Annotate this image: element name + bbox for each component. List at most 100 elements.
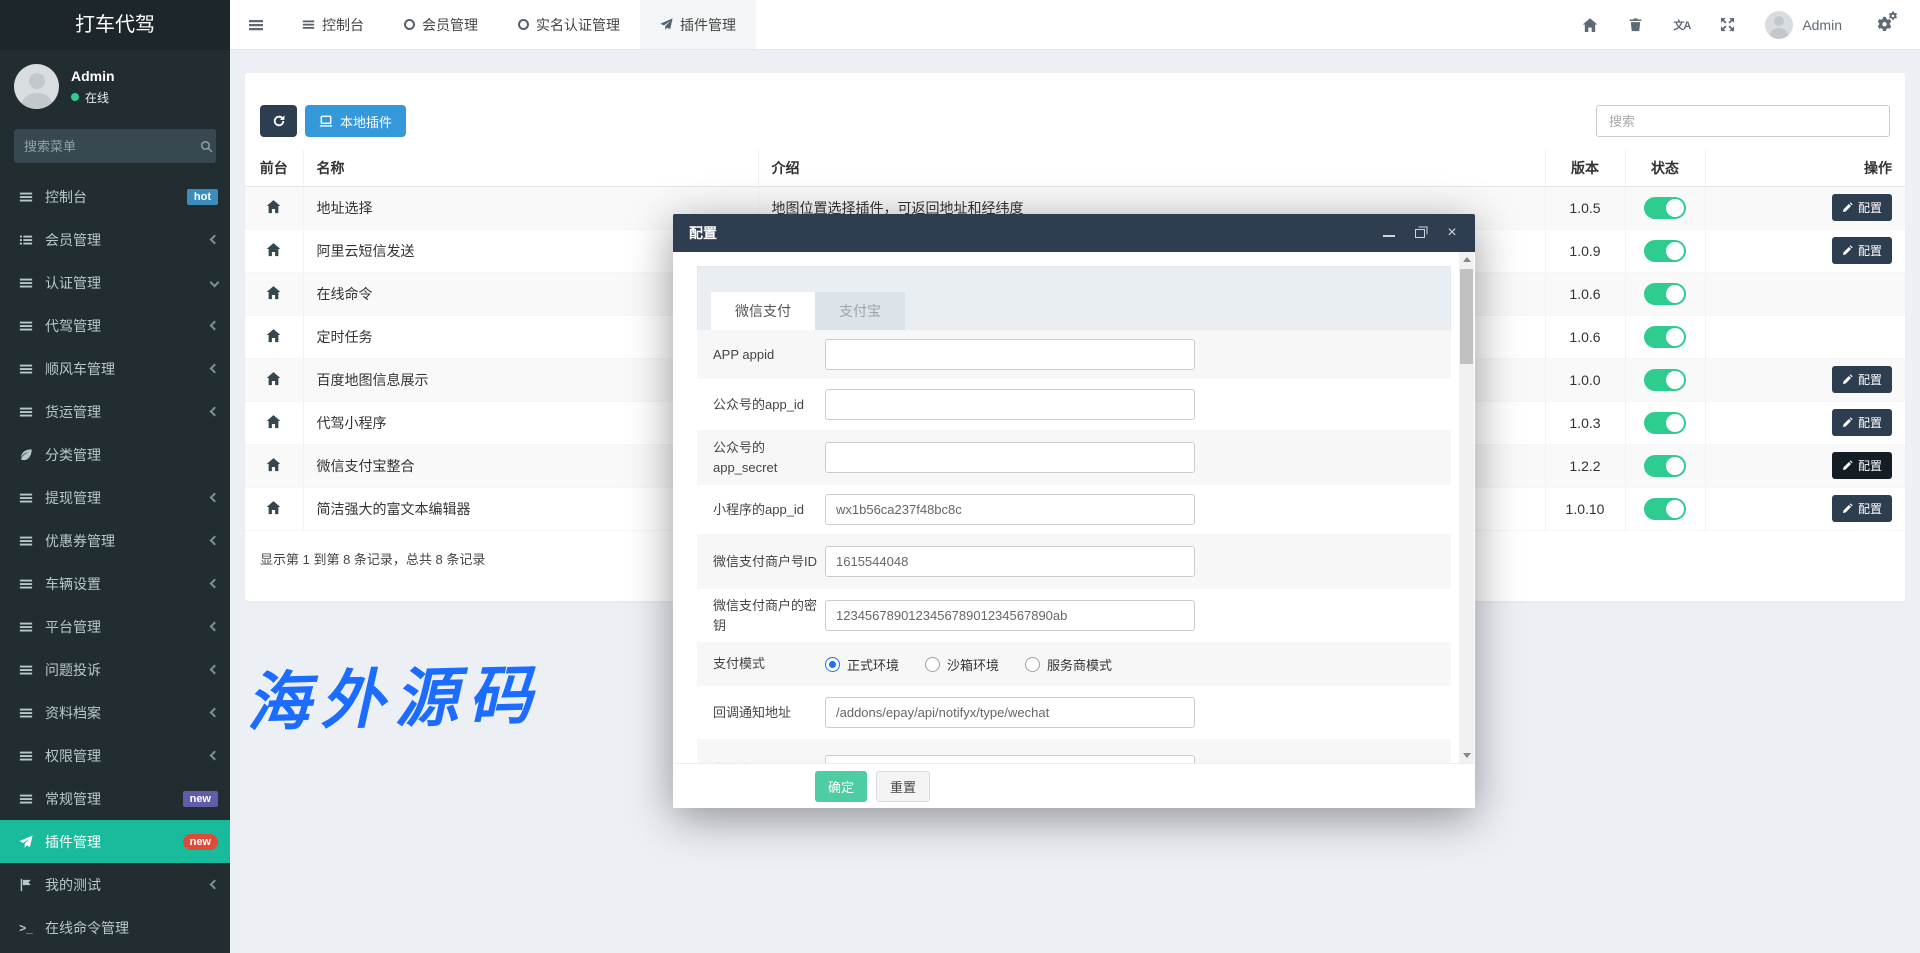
hot-badge: hot [187, 189, 218, 205]
circle-icon [404, 19, 415, 30]
tab-console[interactable]: 控制台 [282, 0, 384, 49]
circle-icon [518, 19, 529, 30]
merchant-id-input[interactable] [825, 546, 1195, 577]
trash-icon[interactable] [1628, 17, 1643, 32]
scroll-down-icon[interactable] [1459, 748, 1474, 763]
minimize-icon[interactable] [1383, 229, 1395, 237]
status-toggle[interactable] [1644, 197, 1686, 219]
status-toggle[interactable] [1644, 498, 1686, 520]
sidebar-item-freight-mgmt[interactable]: 货运管理 [0, 390, 230, 433]
sidebar-item-online-command[interactable]: >_在线命令管理 [0, 906, 230, 949]
reset-button[interactable]: 重置 [876, 771, 930, 802]
app-appid-input[interactable] [825, 339, 1195, 370]
status-toggle[interactable] [1644, 412, 1686, 434]
home-icon[interactable] [1582, 17, 1598, 33]
miniprogram-appid-input[interactable] [825, 494, 1195, 525]
status-toggle[interactable] [1644, 326, 1686, 348]
fullscreen-icon[interactable] [1720, 17, 1735, 32]
status-toggle[interactable] [1644, 240, 1686, 262]
sidebar-item-carpool-mgmt[interactable]: 顺风车管理 [0, 347, 230, 390]
sidebar-item-plugin-mgmt[interactable]: 插件管理new [0, 820, 230, 863]
sidebar-item-daijia-mgmt[interactable]: 代驾管理 [0, 304, 230, 347]
bars-icon [16, 362, 36, 376]
dialog-titlebar[interactable]: 配置 × [673, 214, 1475, 252]
sidebar-item-category-mgmt[interactable]: 分类管理 [0, 433, 230, 476]
config-button[interactable]: 配置 [1832, 194, 1892, 221]
mp-appid-input[interactable] [825, 389, 1195, 420]
dialog-body: 微信支付 支付宝 APP appid 公众号的app_id 公众号的app_se… [673, 252, 1475, 763]
sidebar-item-archives[interactable]: 资料档案 [0, 691, 230, 734]
scroll-up-icon[interactable] [1459, 252, 1474, 267]
dialog-title: 配置 [689, 223, 717, 243]
radio-service-provider-mode[interactable]: 服务商模式 [1025, 655, 1112, 674]
radio-sandbox-env[interactable]: 沙箱环境 [925, 655, 999, 674]
api-cert-input[interactable] [825, 755, 1195, 764]
plugin-version: 1.0.5 [1545, 186, 1625, 229]
sidebar-item-member-mgmt[interactable]: 会员管理 [0, 218, 230, 261]
admin-name: Admin [1802, 17, 1842, 33]
form-row: 小程序的app_id [697, 485, 1451, 534]
refresh-button[interactable] [260, 105, 297, 137]
tab-wechat-pay[interactable]: 微信支付 [711, 292, 815, 330]
form-row: 微信支付商户号ID [697, 534, 1451, 589]
translate-icon[interactable]: 文A [1673, 17, 1690, 33]
close-icon[interactable]: × [1445, 226, 1459, 240]
settings-gears-icon[interactable] [1872, 15, 1896, 35]
sidebar-item-permission-mgmt[interactable]: 权限管理 [0, 734, 230, 777]
col-front: 前台 [245, 150, 303, 186]
dialog-scrollbar[interactable] [1459, 252, 1474, 763]
radio-icon [825, 657, 840, 672]
bars-icon [302, 18, 315, 31]
sidebar-item-platform-mgmt[interactable]: 平台管理 [0, 605, 230, 648]
plugin-version: 1.0.0 [1545, 358, 1625, 401]
sidebar-item-general-mgmt[interactable]: 常规管理new [0, 777, 230, 820]
toolbar: 本地插件 [245, 73, 1905, 137]
sidebar-item-coupon-mgmt[interactable]: 优惠券管理 [0, 519, 230, 562]
field-label: 公众号的app_secret [713, 438, 819, 477]
chevron-left-icon [210, 880, 220, 890]
chevron-left-icon [210, 665, 220, 675]
status-toggle[interactable] [1644, 455, 1686, 477]
home-icon [266, 199, 281, 214]
config-button[interactable]: 配置 [1832, 409, 1892, 436]
refresh-icon [272, 114, 286, 128]
config-button-active[interactable]: 配置 [1832, 452, 1892, 479]
ok-button[interactable]: 确定 [815, 771, 867, 802]
monitor-icon [319, 114, 333, 128]
admin-menu[interactable]: Admin [1765, 11, 1842, 39]
sidebar-item-auth-mgmt[interactable]: 认证管理 [0, 261, 230, 304]
merchant-key-input[interactable] [825, 600, 1195, 631]
app-logo: 打车代驾 [0, 0, 230, 50]
scrollbar-thumb[interactable] [1460, 269, 1473, 364]
tab-alipay[interactable]: 支付宝 [815, 292, 905, 330]
field-label: 回调通知地址 [713, 703, 819, 723]
form-row: APP appid [697, 330, 1451, 379]
notify-url-input[interactable] [825, 697, 1195, 728]
sidebar-item-complaint[interactable]: 问题投诉 [0, 648, 230, 691]
maximize-icon[interactable] [1415, 229, 1425, 238]
new-badge: new [183, 834, 218, 850]
field-label: 微信支付API证 [713, 760, 819, 763]
tab-plugin-mgmt[interactable]: 插件管理 [640, 0, 756, 49]
hamburger-menu-icon[interactable] [230, 0, 282, 49]
sidebar-item-my-test[interactable]: 我的测试 [0, 863, 230, 906]
config-button[interactable]: 配置 [1832, 366, 1892, 393]
bars-icon [16, 749, 36, 763]
user-status: 在线 [85, 89, 109, 106]
local-plugins-button[interactable]: 本地插件 [305, 105, 406, 137]
sidebar-item-console[interactable]: 控制台hot [0, 175, 230, 218]
sidebar-item-vehicle-settings[interactable]: 车辆设置 [0, 562, 230, 605]
config-button[interactable]: 配置 [1832, 495, 1892, 522]
tab-member-mgmt[interactable]: 会员管理 [384, 0, 498, 49]
chevron-left-icon [210, 493, 220, 503]
radio-production-env[interactable]: 正式环境 [825, 655, 899, 674]
status-toggle[interactable] [1644, 283, 1686, 305]
table-search-input[interactable] [1596, 105, 1890, 137]
tab-realname-auth[interactable]: 实名认证管理 [498, 0, 640, 49]
sidebar: 打车代驾 Admin 在线 控制台hot 会员管理 认证管理 代驾管理 顺风车管… [0, 0, 230, 953]
status-toggle[interactable] [1644, 369, 1686, 391]
sidebar-search-input[interactable] [24, 139, 200, 154]
sidebar-item-withdraw-mgmt[interactable]: 提现管理 [0, 476, 230, 519]
config-button[interactable]: 配置 [1832, 237, 1892, 264]
mp-appsecret-input[interactable] [825, 442, 1195, 473]
